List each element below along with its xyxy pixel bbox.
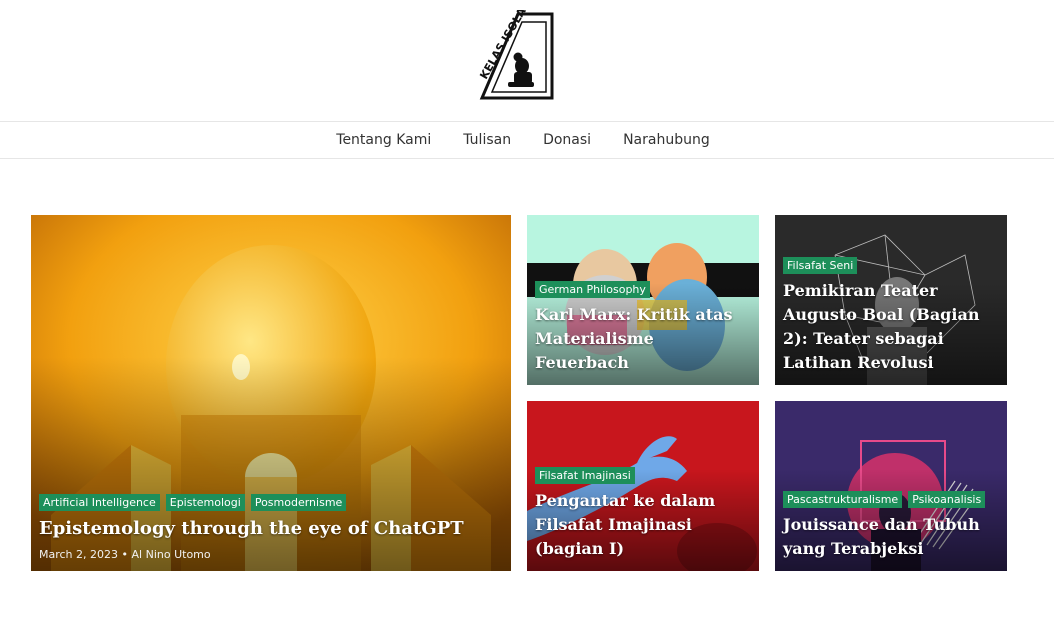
post-card-karl-marx[interactable]: German Philosophy Karl Marx: Kritik atas… [527,215,759,385]
tag-artificial-intelligence[interactable]: Artificial Intelligence [39,494,160,511]
post-title-augusto-boal[interactable]: Pemikiran Teater Augusto Boal (Bagian 2)… [783,279,999,375]
post-title-jouissance[interactable]: Jouissance dan Tubuh yang Terabjeksi [783,513,999,561]
post-date: March 2, 2023 [39,548,119,561]
tag-filsafat-imajinasi[interactable]: Filsafat Imajinasi [535,467,635,484]
post-card-jouissance[interactable]: Pascastrukturalisme Psikoanalisis Jouiss… [775,401,1007,571]
main-navigation: Tentang Kami Tulisan Donasi Narahubung [0,121,1054,159]
featured-post-meta: March 2, 2023 • Al Nino Utomo [39,548,503,561]
tag-pascastrukturalisme[interactable]: Pascastrukturalisme [783,491,903,508]
post-card-augusto-boal[interactable]: Filsafat Seni Pemikiran Teater Augusto B… [775,215,1007,385]
nav-donasi[interactable]: Donasi [543,132,591,148]
tag-german-philosophy[interactable]: German Philosophy [535,281,650,298]
post-title-karl-marx[interactable]: Karl Marx: Kritik atas Materialisme Feue… [535,303,751,375]
featured-post-title[interactable]: Epistemology through the eye of ChatGPT [39,516,503,542]
tag-posmodernisme[interactable]: Posmodernisme [250,494,347,511]
post-author[interactable]: Al Nino Utomo [132,548,211,561]
site-header: KELAS ISOLASI [0,0,1054,121]
meta-separator: • [121,548,129,561]
tag-psikoanalisis[interactable]: Psikoanalisis [908,491,986,508]
kelas-isolasi-logo: KELAS ISOLASI [478,10,554,100]
nav-narahubung[interactable]: Narahubung [623,132,710,148]
featured-post-card[interactable]: Artificial Intelligence Epistemologi Pos… [31,215,511,571]
nav-tentang-kami[interactable]: Tentang Kami [336,132,431,148]
featured-post-tags: Artificial Intelligence Epistemologi Pos… [39,494,503,511]
post-title-filsafat-imajinasi[interactable]: Pengantar ke dalam Filsafat Imajinasi (b… [535,489,751,561]
tag-epistemologi[interactable]: Epistemologi [165,494,245,511]
tag-filsafat-seni[interactable]: Filsafat Seni [783,257,858,274]
nav-tulisan[interactable]: Tulisan [463,132,511,148]
post-card-filsafat-imajinasi[interactable]: Filsafat Imajinasi Pengantar ke dalam Fi… [527,401,759,571]
